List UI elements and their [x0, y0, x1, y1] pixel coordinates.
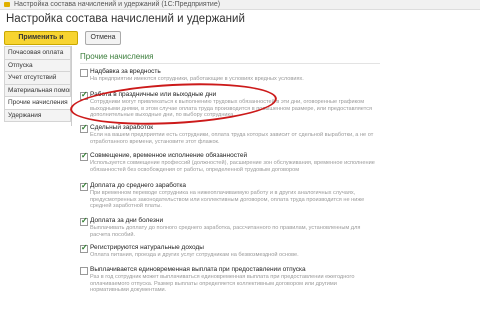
- option-description: На предприятии имеются сотрудники, работ…: [90, 76, 304, 82]
- option-in-kind-income: Регистрируются натуральные доходы Оплата…: [80, 243, 375, 262]
- option-combination-duties: Совмещение, временное исполнение обязанн…: [80, 151, 375, 180]
- sidebar: Почасовая оплата Отпуска Учет отсутствий…: [4, 46, 72, 126]
- sidebar-item-deductions[interactable]: Удержания: [4, 109, 71, 122]
- option-label: Регистрируются натуральные доходы: [90, 244, 204, 251]
- option-description: При временном переводе сотрудника на ниж…: [90, 190, 365, 210]
- checkbox[interactable]: [80, 69, 88, 77]
- section-divider: [80, 63, 380, 64]
- option-label: Совмещение, временное исполнение обязанн…: [90, 152, 248, 159]
- sidebar-item-material-aid[interactable]: Материальная помощь: [4, 84, 71, 97]
- sidebar-item-other-accruals[interactable]: Прочие начисления: [4, 97, 71, 110]
- option-vacation-lump-sum: Выплачивается единовременная выплата при…: [80, 266, 375, 302]
- option-description: Если на вашем предприятии есть сотрудник…: [90, 132, 374, 145]
- page-title: Настройка состава начислений и удержаний: [6, 13, 245, 25]
- section-title: Прочие начисления: [80, 52, 154, 61]
- option-label: Сдельный заработок: [90, 124, 154, 131]
- option-label: Доплата за дни болезни: [90, 217, 164, 224]
- cancel-button[interactable]: Отмена: [85, 31, 121, 45]
- apply-and-close-button[interactable]: Применить и закрыть: [4, 31, 78, 53]
- checkbox[interactable]: [80, 151, 88, 161]
- checkbox[interactable]: [80, 216, 88, 226]
- checkbox[interactable]: [80, 243, 88, 253]
- option-description: Выплачивать доплату до полного среднего …: [90, 225, 361, 238]
- option-description: Используется совмещение профессий (должн…: [90, 160, 375, 173]
- content-panel: Прочие начисления Надбавка за вредность …: [74, 46, 474, 311]
- option-label: Надбавка за вредность: [90, 68, 161, 75]
- option-sick-days-topup: Доплата за дни болезни Выплачивать допла…: [80, 216, 375, 241]
- sidebar-item-absences[interactable]: Учет отсутствий: [4, 72, 71, 85]
- checkbox[interactable]: [80, 267, 88, 275]
- option-label: Доплата до среднего заработка: [90, 182, 186, 189]
- sidebar-item-vacations[interactable]: Отпуска: [4, 59, 71, 72]
- window-titlebar: Настройка состава начислений и удержаний…: [0, 0, 480, 10]
- window-title: Настройка состава начислений и удержаний…: [14, 1, 221, 8]
- option-description: Оплата питания, проезда и других услуг с…: [90, 252, 299, 258]
- option-piecework: Сдельный заработок Если на вашем предпри…: [80, 123, 375, 148]
- option-average-pay-topup: Доплата до среднего заработка При времен…: [80, 181, 375, 214]
- checkbox[interactable]: [80, 181, 88, 191]
- option-description: Раз в год сотрудник может выплачиваться …: [90, 274, 355, 294]
- app-icon: [4, 2, 10, 7]
- sidebar-item-hourly-pay[interactable]: Почасовая оплата: [4, 46, 71, 60]
- option-label: Выплачивается единовременная выплата при…: [90, 266, 306, 273]
- checkbox[interactable]: [80, 123, 88, 133]
